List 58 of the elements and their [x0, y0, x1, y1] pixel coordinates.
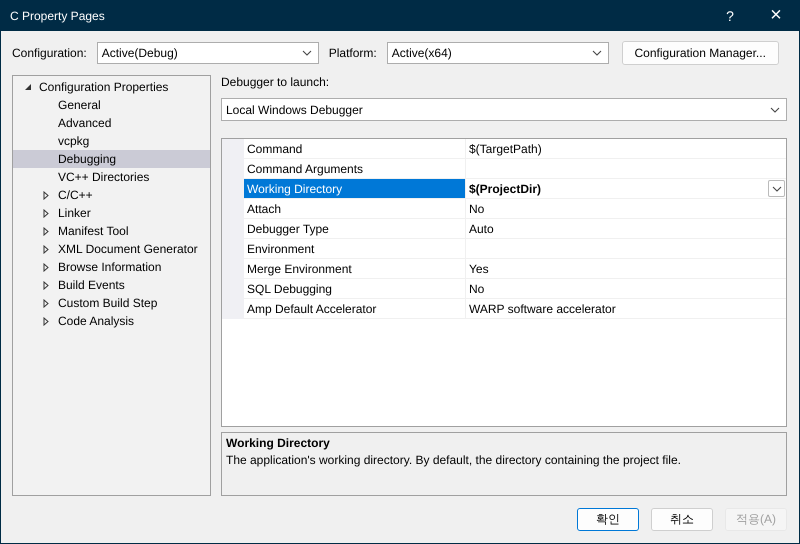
- property-value[interactable]: No: [469, 282, 484, 296]
- debugger-label: Debugger to launch:: [221, 75, 330, 91]
- tree-item[interactable]: General: [13, 96, 210, 114]
- dropdown-button[interactable]: [768, 180, 785, 197]
- description-text: The application's working directory. By default, the directory containing the project file.: [226, 453, 682, 467]
- close-button[interactable]: ×: [753, 0, 799, 31]
- property-name[interactable]: Attach: [244, 199, 466, 218]
- chevron-down-icon: [302, 50, 312, 56]
- tree-item[interactable]: Debugging: [13, 150, 210, 168]
- property-name[interactable]: Command Arguments: [244, 159, 466, 178]
- property-value[interactable]: Yes: [469, 262, 489, 276]
- tree-item[interactable]: Custom Build Step: [13, 294, 210, 312]
- tree-item[interactable]: C/C++: [13, 186, 210, 204]
- tree-item[interactable]: Build Events: [13, 276, 210, 294]
- tree-item[interactable]: Manifest Tool: [13, 222, 210, 240]
- collapsed-triangle-icon[interactable]: [43, 190, 49, 200]
- collapsed-triangle-icon[interactable]: [43, 244, 49, 254]
- window-title: C Property Pages: [10, 8, 105, 22]
- collapsed-triangle-icon[interactable]: [43, 280, 49, 290]
- chevron-down-icon: [772, 186, 782, 192]
- description-title: Working Directory: [226, 436, 331, 450]
- collapsed-triangle-icon[interactable]: [43, 226, 49, 236]
- tree-item[interactable]: Linker: [13, 204, 210, 222]
- dialog-button[interactable]: 확인: [577, 508, 639, 531]
- expanded-triangle-icon[interactable]: [24, 83, 32, 91]
- tree-item[interactable]: Code Analysis: [13, 312, 210, 330]
- collapsed-triangle-icon[interactable]: [43, 298, 49, 308]
- collapsed-triangle-icon[interactable]: [43, 208, 49, 218]
- property-name[interactable]: Environment: [244, 239, 466, 258]
- property-value[interactable]: $(TargetPath): [469, 142, 542, 156]
- property-name[interactable]: Amp Default Accelerator: [244, 299, 466, 318]
- property-value[interactable]: Auto: [469, 222, 494, 236]
- configuration-manager-button[interactable]: Configuration Manager...: [622, 41, 779, 65]
- tree-item[interactable]: XML Document Generator: [13, 240, 210, 258]
- chevron-down-icon: [592, 50, 602, 56]
- property-value[interactable]: WARP software accelerator: [469, 302, 616, 316]
- collapsed-triangle-icon[interactable]: [43, 262, 49, 272]
- platform-label: Platform:: [328, 46, 377, 60]
- property-name[interactable]: Working Directory: [244, 179, 466, 198]
- tree-item[interactable]: Configuration Properties: [13, 78, 210, 96]
- property-name[interactable]: Command: [244, 139, 466, 158]
- property-value[interactable]: $(ProjectDir): [469, 182, 542, 196]
- configuration-dropdown[interactable]: Active(Debug): [96, 42, 319, 64]
- platform-dropdown[interactable]: Active(x64): [386, 42, 609, 64]
- dialog-button[interactable]: 취소: [651, 508, 713, 531]
- chevron-down-icon: [770, 106, 780, 112]
- debugger-dropdown[interactable]: Local Windows Debugger: [221, 98, 787, 121]
- help-button[interactable]: ?: [707, 0, 753, 31]
- tree-item[interactable]: vcpkg: [13, 132, 210, 150]
- property-value[interactable]: No: [469, 202, 484, 216]
- property-name[interactable]: Merge Environment: [244, 259, 466, 278]
- tree-item[interactable]: VC++ Directories: [13, 168, 210, 186]
- collapsed-triangle-icon[interactable]: [43, 316, 49, 326]
- property-name[interactable]: Debugger Type: [244, 219, 466, 238]
- configuration-label: Configuration:: [12, 46, 87, 60]
- tree-item[interactable]: Advanced: [13, 114, 210, 132]
- property-name[interactable]: SQL Debugging: [244, 279, 466, 298]
- tree-item[interactable]: Browse Information: [13, 258, 210, 276]
